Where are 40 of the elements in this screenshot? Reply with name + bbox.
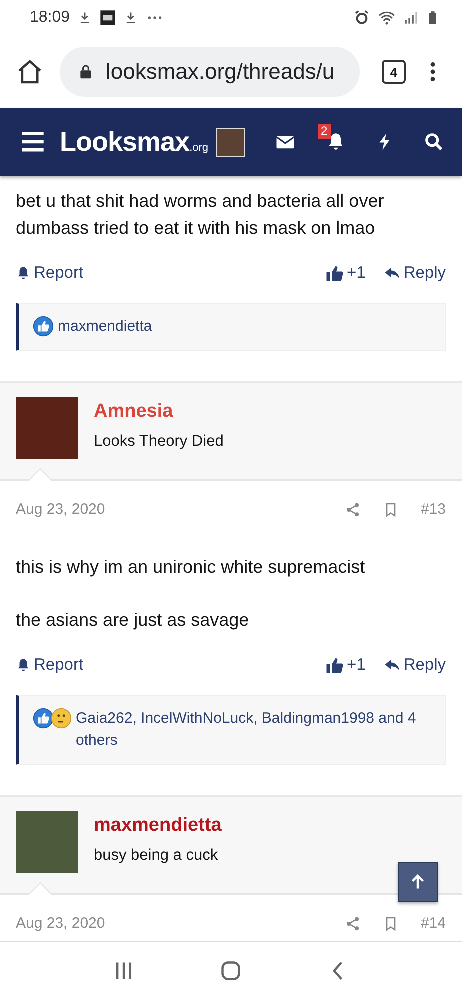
signal-icon (404, 11, 418, 25)
scroll-top-button[interactable] (398, 862, 438, 902)
bell-icon (16, 658, 31, 673)
thumbs-up-icon (326, 656, 344, 674)
home-icon[interactable] (16, 58, 44, 86)
user-title: Looks Theory Died (94, 433, 224, 451)
report-link[interactable]: Report (16, 656, 84, 675)
author-name[interactable]: maxmendietta (94, 815, 222, 837)
report-link[interactable]: Report (16, 264, 84, 283)
notification-badge: 2 (318, 124, 331, 139)
post-text: bet u that shit had worms and bacteria all over dumbass tried to eat it with his mask on lmao (16, 190, 386, 240)
up-arrow-icon (409, 873, 427, 891)
like-button[interactable]: +1 (326, 656, 366, 675)
site-logo[interactable]: Looksmax.org (60, 126, 209, 158)
address-bar[interactable]: looksmax.org/threads/u (60, 47, 360, 97)
like-reaction-icon (33, 708, 54, 729)
url-text: looksmax.org/threads/u (106, 59, 335, 85)
clock-time: 18:09 (30, 9, 70, 27)
post-text: this is why im an unironic white supremacist (16, 556, 366, 579)
reply-link[interactable]: Reply (384, 656, 446, 675)
like-reaction-icon (33, 316, 54, 337)
alarm-icon (354, 10, 370, 26)
more-icon (146, 14, 164, 22)
share-icon[interactable] (344, 916, 361, 932)
lock-icon (78, 64, 94, 80)
home-icon[interactable] (220, 960, 242, 982)
thumbs-up-icon (326, 264, 344, 282)
share-icon[interactable] (344, 502, 361, 518)
wifi-icon (378, 9, 396, 27)
author-name[interactable]: Amnesia (94, 401, 224, 423)
search-icon[interactable] (424, 132, 444, 152)
tab-count-button[interactable]: 4 (382, 60, 406, 84)
like-button[interactable]: +1 (326, 264, 366, 283)
user-title: busy being a cuck (94, 847, 220, 865)
thinking-face-icon (51, 708, 72, 729)
reply-link[interactable]: Reply (384, 264, 446, 283)
bell-icon (16, 266, 31, 281)
avatar-photo[interactable] (216, 128, 245, 156)
app-icon (100, 10, 116, 26)
post-text: the asians are just as savage (16, 609, 250, 632)
